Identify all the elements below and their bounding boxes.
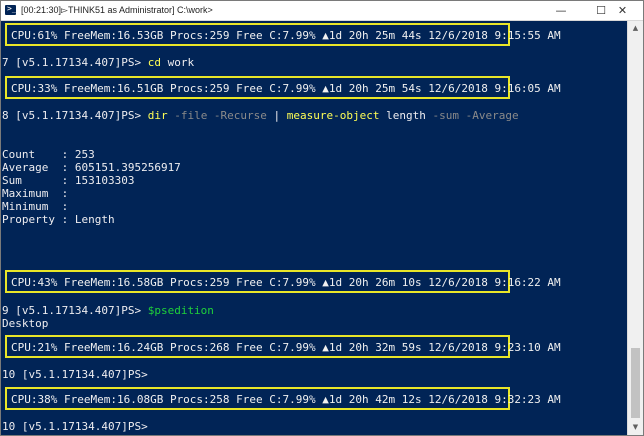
powershell-icon: >_: [5, 4, 17, 15]
command-line: 7 [v5.1.17134.407]PS> cd work: [2, 56, 194, 69]
status-line: CPU:33% FreeMem:16.51GB Procs:259 Free C…: [11, 82, 561, 95]
chevron-up-icon[interactable]: ▲: [628, 21, 643, 36]
variable-name: $psedition: [147, 304, 214, 317]
output-line: Maximum :: [2, 187, 69, 200]
command-line: 8 [v5.1.17134.407]PS> dir -file -Recurse…: [2, 109, 519, 122]
command-line: 9 [v5.1.17134.407]PS> $psedition: [2, 304, 214, 317]
output-line: Minimum :: [2, 200, 69, 213]
command-name: cd: [147, 56, 161, 69]
vertical-scrollbar[interactable]: ▲ ▼: [627, 21, 643, 435]
output-line: Desktop: [2, 317, 49, 330]
prompt-line: 10 [v5.1.17134.407]PS>: [2, 420, 148, 433]
status-line: CPU:43% FreeMem:16.58GB Procs:259 Free C…: [11, 276, 561, 289]
status-box: CPU:38% FreeMem:16.08GB Procs:258 Free C…: [5, 387, 561, 410]
window-title: [00:21:30]▻THINK51 as Administrator] C:\…: [21, 5, 213, 15]
command-parameters: -sum -Average: [425, 109, 519, 122]
pipe-operator: |: [266, 109, 287, 122]
status-box: CPU:33% FreeMem:16.51GB Procs:259 Free C…: [5, 76, 561, 99]
close-button[interactable]: ✕: [602, 1, 643, 20]
prompt-line: 10 [v5.1.17134.407]PS>: [2, 368, 148, 381]
chevron-down-icon[interactable]: ▼: [628, 420, 643, 435]
title-bar[interactable]: >_ [00:21:30]▻THINK51 as Administrator] …: [1, 1, 643, 21]
status-box: CPU:43% FreeMem:16.58GB Procs:259 Free C…: [5, 270, 561, 293]
console-area[interactable]: CPU:61% FreeMem:16.53GB Procs:259 Free C…: [2, 21, 628, 435]
output-line: Property : Length: [2, 213, 115, 226]
output-line: Sum : 153103303: [2, 174, 135, 187]
status-line: CPU:21% FreeMem:16.24GB Procs:268 Free C…: [11, 341, 561, 354]
prompt: 8 [v5.1.17134.407]PS>: [2, 109, 148, 122]
prompt: 7 [v5.1.17134.407]PS>: [2, 56, 148, 69]
status-box: CPU:61% FreeMem:16.53GB Procs:259 Free C…: [5, 23, 561, 46]
status-box: CPU:21% FreeMem:16.24GB Procs:268 Free C…: [5, 335, 561, 358]
output-line: Average : 605151.395256917: [2, 161, 181, 174]
scrollbar-thumb[interactable]: [631, 348, 640, 418]
powershell-icon-glyph: >_: [7, 4, 17, 13]
status-line: CPU:61% FreeMem:16.53GB Procs:259 Free C…: [11, 29, 561, 42]
minimize-button[interactable]: —: [541, 1, 581, 20]
command-name: dir: [147, 109, 168, 122]
command-argument: length: [379, 109, 426, 122]
powershell-window: >_ [00:21:30]▻THINK51 as Administrator] …: [0, 0, 644, 436]
prompt: 9 [v5.1.17134.407]PS>: [2, 304, 148, 317]
command-name: measure-object: [286, 109, 380, 122]
command-parameters: -file -Recurse: [167, 109, 267, 122]
status-line: CPU:38% FreeMem:16.08GB Procs:258 Free C…: [11, 393, 561, 406]
command-argument: work: [160, 56, 195, 69]
output-line: Count : 253: [2, 148, 95, 161]
